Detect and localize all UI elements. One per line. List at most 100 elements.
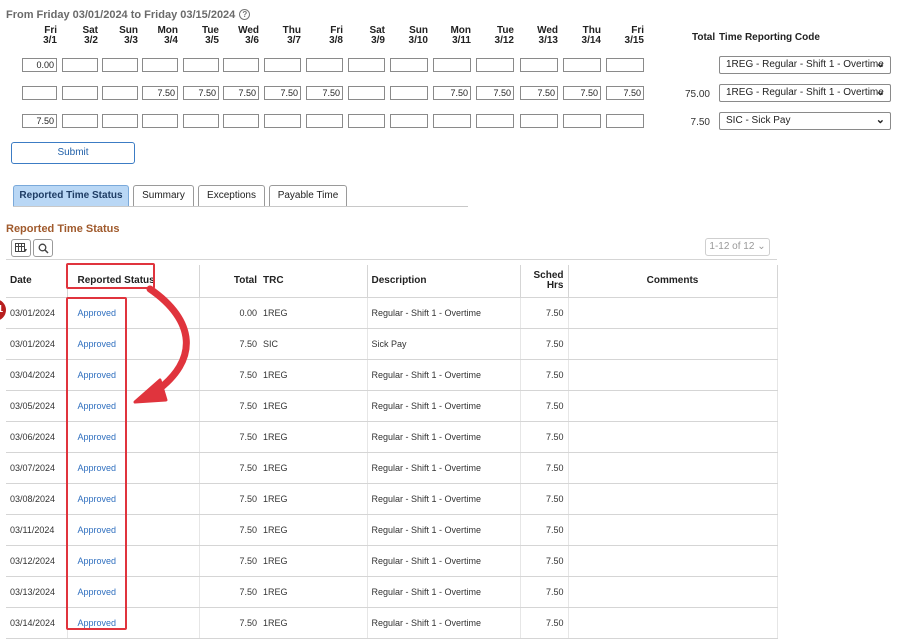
cell-comments: [568, 421, 778, 453]
hours-input[interactable]: [476, 86, 514, 100]
hours-input[interactable]: [433, 86, 471, 100]
hours-input[interactable]: [183, 58, 219, 72]
hours-input[interactable]: [62, 114, 98, 128]
hours-input[interactable]: [306, 58, 343, 72]
status-link[interactable]: Approved: [78, 525, 117, 535]
status-link[interactable]: Approved: [78, 432, 117, 442]
hours-input[interactable]: [306, 86, 343, 100]
hours-input[interactable]: [223, 86, 259, 100]
cell-total: 7.50: [199, 545, 259, 577]
cell-total: 7.50: [199, 421, 259, 453]
hours-input[interactable]: [264, 114, 301, 128]
tab-payable-time[interactable]: Payable Time: [269, 185, 347, 206]
hours-input[interactable]: [433, 58, 471, 72]
day-date: 3/12: [494, 35, 514, 46]
day-header: Fri 3/15: [604, 26, 644, 46]
cell-reported-status: Approved: [67, 297, 200, 329]
trc-select[interactable]: 1REG - Regular - Shift 1 - Overtime ⌄: [719, 56, 891, 74]
cell-trc: 1REG: [259, 607, 368, 639]
status-link[interactable]: Approved: [78, 494, 117, 504]
status-link[interactable]: Approved: [78, 308, 117, 318]
hours-input[interactable]: [102, 58, 138, 72]
hours-input[interactable]: [563, 86, 601, 100]
day-date: 3/9: [371, 35, 385, 46]
cell-description: Regular - Shift 1 - Overtime: [367, 421, 521, 453]
cell-comments: [568, 607, 778, 639]
hours-input[interactable]: [563, 58, 601, 72]
hours-input[interactable]: [606, 58, 644, 72]
hours-input[interactable]: [348, 86, 385, 100]
hours-input[interactable]: [390, 58, 428, 72]
hours-input[interactable]: [264, 58, 301, 72]
status-link[interactable]: Approved: [78, 556, 117, 566]
hours-input[interactable]: [476, 58, 514, 72]
cell-total: 0.00: [199, 297, 259, 329]
table-row: 03/13/2024 Approved 7.50 1REG Regular - Shif…: [6, 576, 778, 608]
hours-input[interactable]: [22, 58, 57, 72]
hours-input[interactable]: [62, 86, 98, 100]
submit-button[interactable]: Submit: [11, 142, 135, 164]
cell-trc: 1REG: [259, 576, 368, 608]
hours-input[interactable]: [142, 58, 178, 72]
hours-input[interactable]: [142, 86, 178, 100]
sched-label-line2: Hrs: [546, 279, 564, 291]
cell-description: Regular - Shift 1 - Overtime: [367, 607, 521, 639]
cell-trc: 1REG: [259, 390, 368, 422]
hours-input[interactable]: [223, 58, 259, 72]
table-row: 03/04/2024 Approved 7.50 1REG Regular - Shif…: [6, 359, 778, 391]
day-header: Wed 3/6: [219, 26, 259, 46]
hours-input[interactable]: [102, 86, 138, 100]
hours-input[interactable]: [606, 86, 644, 100]
hours-input[interactable]: [520, 86, 558, 100]
cell-date: 03/08/2024: [6, 483, 68, 515]
pager-dropdown[interactable]: 1-12 of 12 ⌄: [705, 238, 770, 256]
cell-description: Regular - Shift 1 - Overtime: [367, 514, 521, 546]
hours-input[interactable]: [62, 58, 98, 72]
grid-personalize-icon[interactable]: [11, 239, 31, 257]
chevron-down-icon: ⌄: [875, 58, 885, 70]
hours-input[interactable]: [520, 114, 558, 128]
cell-date: 03/01/2024: [6, 328, 68, 360]
chevron-down-icon: ⌄: [875, 86, 885, 98]
col-header-total: Total: [199, 265, 259, 298]
hours-input[interactable]: [142, 114, 178, 128]
hours-input[interactable]: [433, 114, 471, 128]
trc-select[interactable]: SIC - Sick Pay ⌄: [719, 112, 891, 130]
status-link[interactable]: Approved: [78, 618, 117, 628]
hours-input[interactable]: [476, 114, 514, 128]
day-date: 3/11: [452, 35, 471, 46]
day-date: 3/1: [43, 35, 57, 46]
cell-total: 7.50: [199, 607, 259, 639]
cell-total: 7.50: [199, 390, 259, 422]
hours-input[interactable]: [22, 86, 57, 100]
question-circle-icon[interactable]: ?: [239, 9, 251, 20]
hours-input[interactable]: [22, 114, 57, 128]
hours-input[interactable]: [520, 58, 558, 72]
hours-input[interactable]: [563, 114, 601, 128]
status-link[interactable]: Approved: [78, 587, 117, 597]
tab-summary[interactable]: Summary: [133, 185, 194, 206]
hours-input[interactable]: [306, 114, 343, 128]
cell-comments: [568, 297, 778, 329]
hours-input[interactable]: [606, 114, 644, 128]
cell-reported-status: Approved: [67, 514, 200, 546]
hours-input[interactable]: [264, 86, 301, 100]
hours-input[interactable]: [390, 86, 428, 100]
hours-input[interactable]: [348, 114, 385, 128]
tab-reported-time-status[interactable]: Reported Time Status: [13, 185, 129, 206]
cell-date: 03/01/2024: [6, 297, 68, 329]
hours-input[interactable]: [390, 114, 428, 128]
trc-select[interactable]: 1REG - Regular - Shift 1 - Overtime ⌄: [719, 84, 891, 102]
cell-reported-status: Approved: [67, 359, 200, 391]
hours-input[interactable]: [183, 114, 219, 128]
hours-input[interactable]: [348, 58, 385, 72]
search-icon[interactable]: [33, 239, 53, 257]
status-link[interactable]: Approved: [78, 339, 117, 349]
status-link[interactable]: Approved: [78, 463, 117, 473]
status-link[interactable]: Approved: [78, 401, 117, 411]
hours-input[interactable]: [223, 114, 259, 128]
hours-input[interactable]: [183, 86, 219, 100]
hours-input[interactable]: [102, 114, 138, 128]
tab-exceptions[interactable]: Exceptions: [198, 185, 265, 206]
status-link[interactable]: Approved: [78, 370, 117, 380]
